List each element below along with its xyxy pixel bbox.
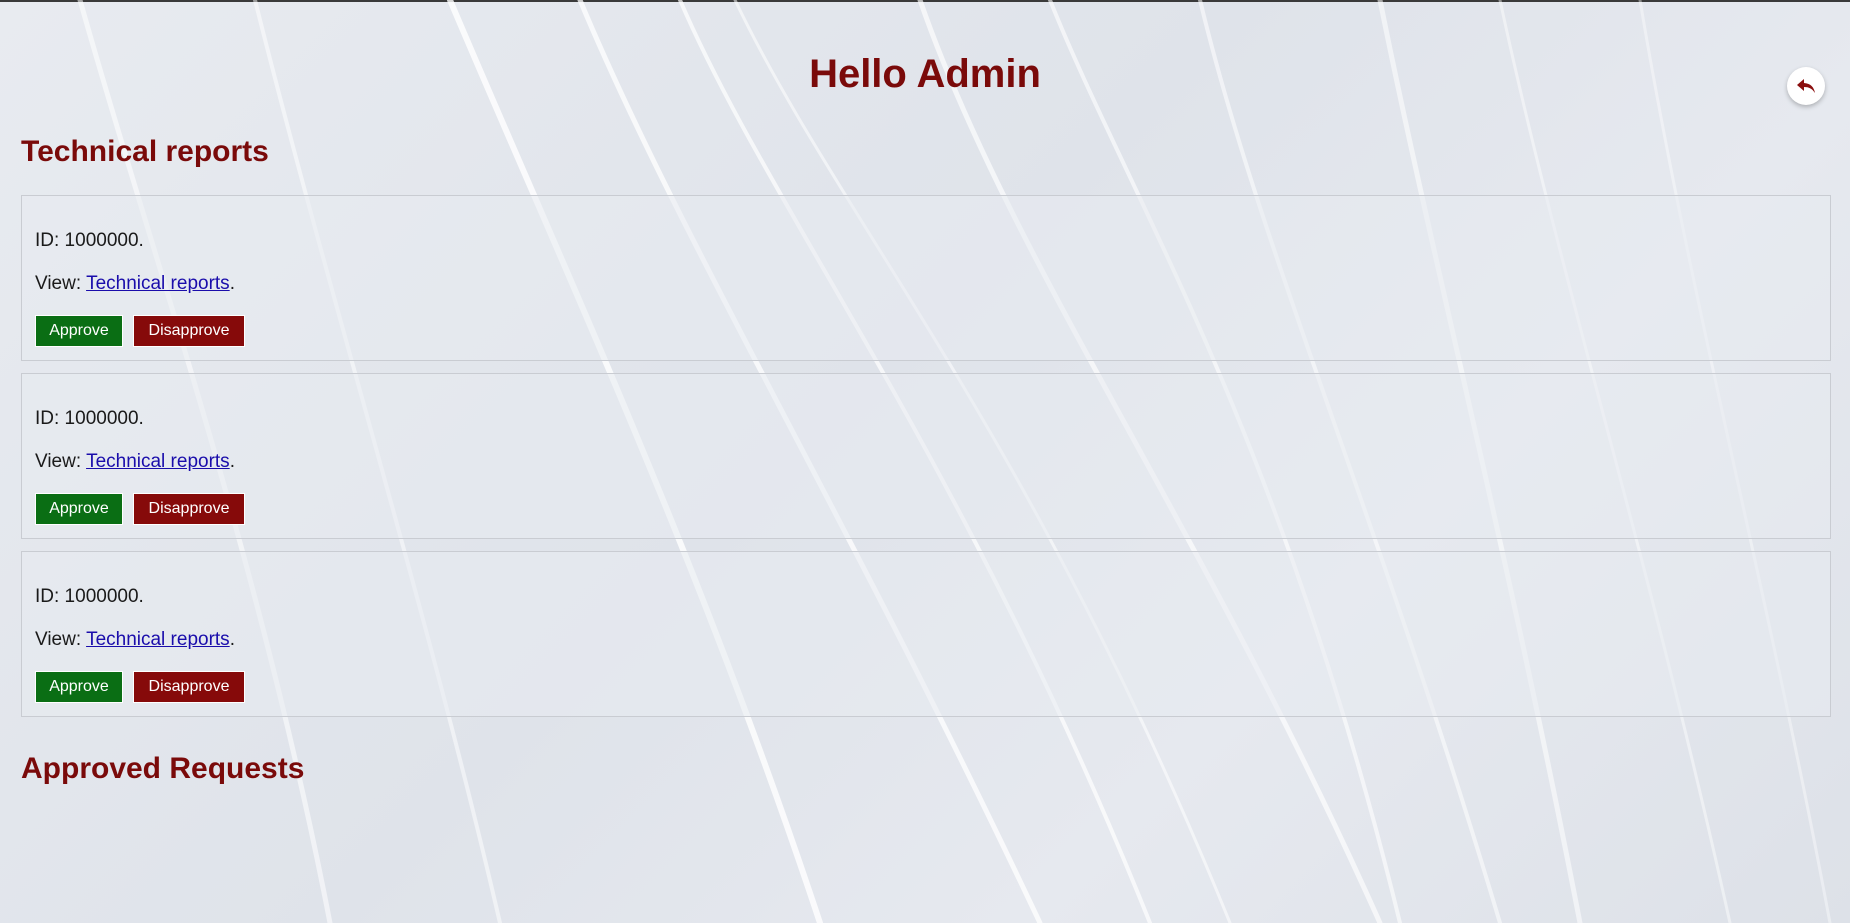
view-suffix: . <box>229 451 235 472</box>
technical-reports-heading: Technical reports <box>21 135 269 168</box>
report-id: ID: 1000000. <box>35 408 144 429</box>
approve-button[interactable]: Approve <box>35 671 123 703</box>
report-card: ID: 1000000. View: Technical reports. Ap… <box>21 195 1831 361</box>
page-title: Hello Admin <box>809 52 1041 96</box>
report-view-line: View: Technical reports. <box>35 273 235 295</box>
view-suffix: . <box>229 273 235 294</box>
report-view-line: View: Technical reports. <box>35 451 235 473</box>
technical-reports-list: ID: 1000000. View: Technical reports. Ap… <box>21 195 1831 729</box>
technical-reports-link[interactable]: Technical reports <box>86 273 230 294</box>
disapprove-button[interactable]: Disapprove <box>133 493 245 525</box>
view-suffix: . <box>229 629 235 650</box>
view-prefix: View: <box>35 629 87 650</box>
report-id: ID: 1000000. <box>35 230 144 251</box>
back-button[interactable] <box>1787 67 1825 105</box>
approve-button[interactable]: Approve <box>35 493 123 525</box>
technical-reports-link[interactable]: Technical reports <box>86 629 230 650</box>
view-prefix: View: <box>35 451 87 472</box>
disapprove-button[interactable]: Disapprove <box>133 671 245 703</box>
report-card: ID: 1000000. View: Technical reports. Ap… <box>21 551 1831 717</box>
disapprove-button[interactable]: Disapprove <box>133 315 245 347</box>
report-id: ID: 1000000. <box>35 586 144 607</box>
approve-button[interactable]: Approve <box>35 315 123 347</box>
report-view-line: View: Technical reports. <box>35 629 235 651</box>
admin-dashboard: Hello Admin Technical reports ID: 100000… <box>0 0 1850 923</box>
approved-requests-heading: Approved Requests <box>21 752 305 785</box>
reply-arrow-icon <box>1797 79 1815 93</box>
view-prefix: View: <box>35 273 87 294</box>
report-card: ID: 1000000. View: Technical reports. Ap… <box>21 373 1831 539</box>
technical-reports-link[interactable]: Technical reports <box>86 451 230 472</box>
